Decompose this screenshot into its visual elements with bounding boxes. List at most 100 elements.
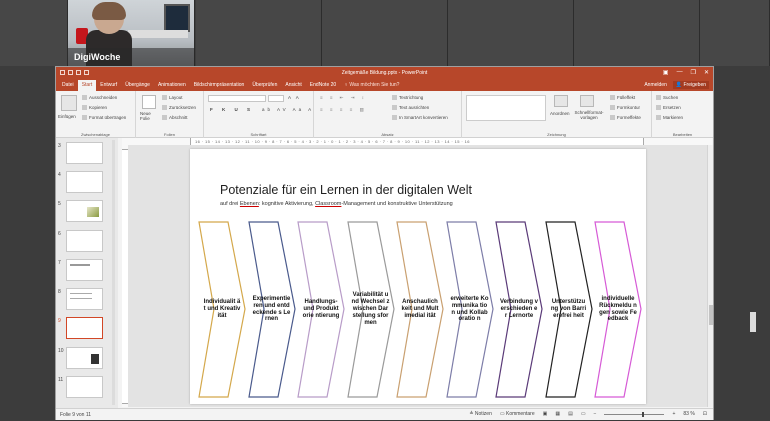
video-tile-empty[interactable]	[196, 0, 322, 66]
tab-bildschirmpraesentation[interactable]: Bildschirmpräsentation	[190, 80, 249, 91]
font-effect-buttons[interactable]: ab AV Aa A	[262, 107, 314, 112]
slide-thumbnail-5[interactable]	[66, 200, 103, 222]
tab-ueberpruefen[interactable]: Überprüfen	[248, 80, 281, 91]
slide-title[interactable]: Potenziale für ein Lernen in der digital…	[220, 183, 472, 197]
subtitle-part: auf drei	[220, 201, 240, 207]
cut-button[interactable]: Ausschneiden	[82, 95, 117, 101]
font-family-select[interactable]	[208, 95, 266, 102]
tab-datei[interactable]: Datei	[58, 80, 78, 91]
scrollbar-thumb[interactable]	[709, 305, 713, 325]
shape-outline-label: Formkontur	[617, 105, 641, 110]
potential-shape[interactable]: individuelle Rückmeldu ngen sowie Feedba…	[594, 221, 642, 398]
potential-shape[interactable]: Individualit ät und Kreativität	[198, 221, 246, 398]
group-label-drawing: Zeichnung	[547, 132, 566, 137]
minimize-icon[interactable]: —	[677, 69, 683, 76]
reading-view-icon[interactable]: ▤	[568, 411, 573, 417]
copy-button[interactable]: Kopieren	[82, 105, 107, 111]
font-size-select[interactable]	[268, 95, 284, 102]
zoom-slider[interactable]	[604, 411, 665, 417]
ribbon-display-icon[interactable]: ▣	[663, 69, 669, 76]
slide-thumbnail-11[interactable]	[66, 376, 103, 398]
sign-in-link[interactable]: Anmelden	[644, 82, 667, 88]
zoom-out-icon[interactable]: −	[594, 411, 597, 417]
slide-thumbnail-8[interactable]	[66, 288, 103, 310]
slide-subtitle[interactable]: auf drei Ebenen: kognitive Aktivierung, …	[220, 201, 453, 207]
reset-button[interactable]: Zurücksetzen	[162, 105, 196, 111]
slide-thumbnail-9[interactable]	[66, 317, 103, 339]
slide-thumbnail-10[interactable]	[66, 347, 103, 369]
quick-styles-icon[interactable]	[580, 95, 594, 107]
potential-shape[interactable]: Handlungs- und Produktorie ntierung	[297, 221, 345, 398]
slide-canvas[interactable]: Potenziale für ein Lernen in der digital…	[190, 149, 646, 404]
select-button[interactable]: Markieren	[656, 115, 683, 121]
comments-button[interactable]: ▭ Kommentare	[500, 411, 535, 417]
potential-shape[interactable]: erweiterte Kommunika tion und Kollaborat…	[445, 221, 494, 398]
potential-shape[interactable]: Anschaulich keit und Multimedial ität	[396, 221, 444, 398]
potential-shape[interactable]: Experimentie ren und entdeckende s Lerne…	[247, 221, 296, 398]
share-button[interactable]: 👤 Freigeben	[672, 81, 709, 89]
zoom-in-icon[interactable]: +	[672, 411, 675, 417]
slide-thumbnail-7[interactable]	[66, 259, 103, 281]
maximize-icon[interactable]: ❐	[691, 69, 696, 76]
paste-icon[interactable]	[61, 95, 77, 111]
arrange-button[interactable]: Anordnen	[550, 111, 570, 116]
video-tile-empty[interactable]	[574, 0, 700, 66]
smartart-button[interactable]: In SmartArt konvertieren	[392, 115, 448, 121]
tab-entwurf[interactable]: Entwurf	[96, 80, 121, 91]
layout-button[interactable]: Layout	[162, 95, 183, 101]
paste-button[interactable]: Einfügen	[58, 114, 76, 119]
side-handle[interactable]	[750, 312, 756, 332]
replace-button[interactable]: Ersetzen	[656, 105, 681, 111]
video-tile-empty[interactable]	[322, 0, 448, 66]
slide-sorter-icon[interactable]: ▦	[555, 411, 560, 417]
shape-effects-button[interactable]: Formeffekte	[610, 115, 641, 121]
thumbnails-scrollbar[interactable]	[112, 140, 115, 405]
shape-outline-button[interactable]: Formkontur	[610, 105, 641, 111]
shape-fill-label: Fülleffekt	[617, 95, 636, 100]
text-direction-button[interactable]: Textrichtung	[392, 95, 423, 101]
thumbnail-number: 8	[58, 289, 61, 295]
video-tile-empty[interactable]	[448, 0, 574, 66]
section-button[interactable]: Abschnitt	[162, 115, 188, 121]
slide-thumbnail-4[interactable]	[66, 171, 103, 193]
slideshow-view-icon[interactable]: ▭	[581, 411, 586, 417]
tab-endnote[interactable]: EndNote 20	[306, 80, 340, 91]
font-size-buttons[interactable]: A A	[288, 95, 301, 100]
slide-thumbnails-pane: 3 4 5 6 7 8 9 10 11	[56, 138, 118, 408]
potential-shape[interactable]: Variabilität und Wechsel zwischen Darste…	[346, 221, 395, 398]
tab-start[interactable]: Start	[77, 80, 97, 91]
tab-uebergaenge[interactable]: Übergänge	[121, 80, 154, 91]
arrange-icon[interactable]	[554, 95, 568, 107]
align-buttons[interactable]: ≡ ≡ ≡ ≡ ▥	[320, 107, 367, 113]
thumbnail-number: 5	[58, 201, 61, 207]
potential-shape[interactable]: Verbindung verschieden er Lernorte	[495, 221, 543, 398]
align-text-label: Text ausrichten	[399, 105, 430, 110]
tell-me-search[interactable]: ♀ Was möchten Sie tun?	[344, 80, 399, 91]
horizontal-ruler[interactable]: 16 · 15 · 14 · 13 · 12 · 11 · 10 · 9 · 8…	[122, 138, 712, 145]
align-text-button[interactable]: Text ausrichten	[392, 105, 430, 111]
layout-label: Layout	[169, 95, 183, 100]
potential-shape[interactable]: Unterstützu ng von Barrierefrei heit	[544, 221, 593, 398]
fit-slide-icon[interactable]: ⊡	[703, 411, 707, 417]
tab-ansicht[interactable]: Ansicht	[281, 80, 305, 91]
shape-fill-button[interactable]: Fülleffekt	[610, 95, 636, 101]
thumbnail-number: 9	[58, 318, 61, 324]
vertical-scrollbar[interactable]	[707, 145, 713, 407]
new-slide-icon[interactable]	[142, 95, 156, 109]
list-buttons[interactable]: ≡ ≡ ⇤ ⇥ ↕	[320, 95, 367, 101]
zoom-slider-knob[interactable]	[642, 411, 645, 417]
find-button[interactable]: Suchen	[656, 95, 678, 101]
notes-button[interactable]: ≜ Notizen	[469, 411, 492, 417]
tab-animationen[interactable]: Animationen	[154, 80, 190, 91]
format-painter-button[interactable]: Format übertragen	[82, 115, 126, 121]
font-style-buttons[interactable]: F K U S	[210, 107, 254, 112]
slide-thumbnail-6[interactable]	[66, 230, 103, 252]
quick-styles-button[interactable]: Schnellformat-vorlagen	[574, 110, 604, 121]
close-icon[interactable]: ✕	[704, 69, 709, 76]
zoom-level[interactable]: 83 %	[683, 411, 694, 417]
slide-thumbnail-3[interactable]	[66, 142, 103, 164]
shapes-gallery[interactable]	[466, 95, 546, 121]
new-slide-button[interactable]: Neue Folie	[140, 111, 160, 122]
normal-view-icon[interactable]: ▣	[543, 411, 548, 417]
video-tile-empty[interactable]	[700, 0, 770, 66]
